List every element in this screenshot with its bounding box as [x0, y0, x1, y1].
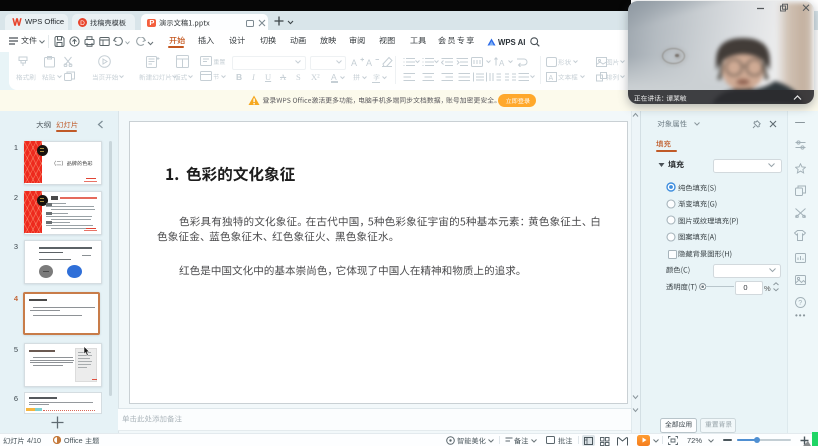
svg-text:A: A — [549, 75, 554, 82]
svg-text:A: A — [351, 58, 357, 68]
svg-text:?: ? — [798, 300, 802, 307]
svg-text:A: A — [499, 59, 505, 67]
svg-text:A: A — [366, 58, 372, 68]
svg-text:D: D — [80, 20, 85, 27]
